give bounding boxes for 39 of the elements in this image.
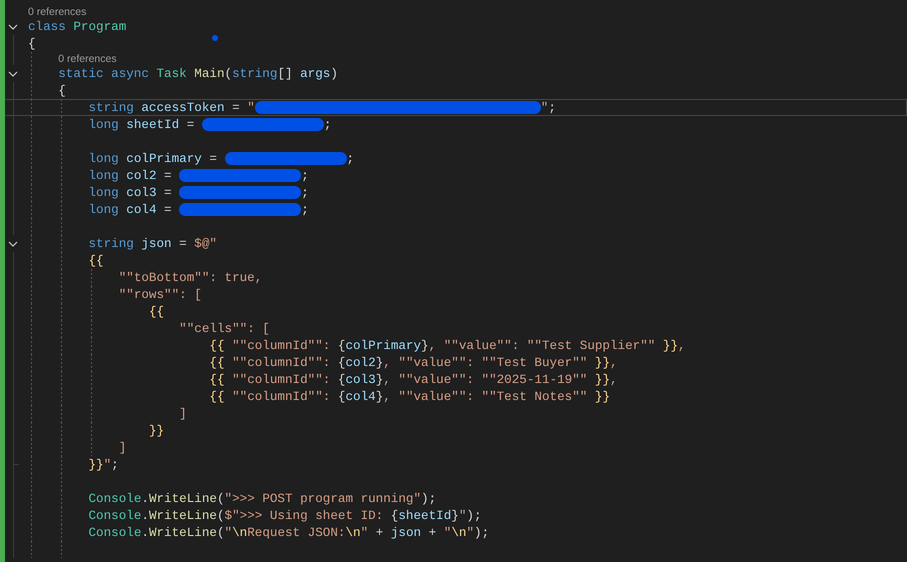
code-text: string accessToken = " [88, 100, 255, 114]
code-text: ""toBottom"": true, [118, 270, 262, 284]
code-text: long col2 = [88, 168, 173, 182]
code-text: ] [179, 406, 187, 420]
code-text: {{ ""columnId"": {col3}, ""value"": ""2025-11-19"" }}, [209, 372, 618, 386]
code-text: "; [540, 100, 556, 114]
dot-mark [212, 35, 218, 41]
code-text: {{ [148, 304, 164, 318]
code-text: ; [301, 186, 309, 200]
code-text: class Program [28, 20, 126, 34]
collapse-chevron-icon[interactable] [8, 24, 18, 30]
code-text: ""rows"": [ [118, 288, 202, 302]
code-text: ] [118, 440, 126, 454]
code-text: long colPrimary = [88, 152, 218, 166]
collapse-chevron-icon[interactable] [8, 241, 18, 247]
code-text: {{ ""columnId"": {colPrimary}, ""value"": ""Test Supplier"" }}, [209, 338, 686, 352]
code-text: { [58, 84, 66, 98]
code-text: long col3 = [88, 186, 173, 200]
code-text: Console.WriteLine(">>> POST program running"); [88, 492, 436, 506]
code-text: ; [324, 118, 332, 132]
code-text: ; [301, 168, 309, 182]
collapse-chevron-icon[interactable] [8, 71, 18, 77]
code-text: ; [301, 202, 309, 216]
code-text: long col4 = [88, 202, 173, 216]
code-text: }}"; [88, 458, 119, 472]
code-text: Console.WriteLine("\nRequest JSON:\n" + json + "\n"); [88, 526, 490, 540]
code-text: long sheetId = [88, 118, 196, 132]
code-text: string json = $@" [88, 236, 217, 250]
code-text: ""cells"": [ [179, 322, 270, 336]
code-text: }} [148, 424, 164, 438]
code-text: {{ ""columnId"": {col2}, ""value"": ""Test Buyer"" }}, [209, 356, 618, 370]
code-text: {{ [88, 254, 104, 268]
codelens-link[interactable]: 0 references [28, 6, 86, 18]
code-text: Console.WriteLine($">>> Using sheet ID: {sheetId}"); [88, 508, 482, 522]
code-text: {{ ""columnId"": {col4}, ""value"": ""Test Notes"" }} [209, 390, 610, 404]
code-text: ; [346, 152, 354, 166]
codelens-link[interactable]: 0 references [58, 52, 117, 64]
code-text: static async Task Main(string[] args) [58, 66, 338, 80]
code-text: { [28, 36, 36, 50]
